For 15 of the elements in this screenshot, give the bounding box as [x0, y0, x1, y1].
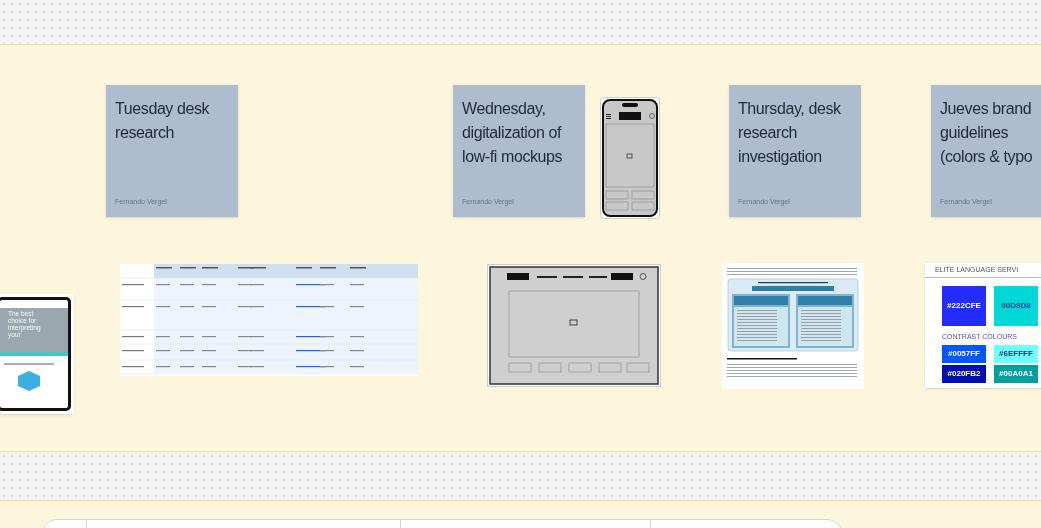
hexagon-icon [18, 371, 40, 391]
color-swatch: 00D8D8 [994, 285, 1038, 326]
color-swatch: #00A0A1 [994, 365, 1038, 383]
desktop-wireframe-drawing[interactable] [487, 264, 661, 387]
sticky-note-text: Wednesday, digitalization of low-fi mockups [462, 99, 564, 167]
spreadsheet-drawing[interactable] [120, 264, 418, 376]
color-swatch: #0057FF [942, 345, 986, 363]
document-drawing[interactable] [722, 263, 864, 389]
color-swatch: #020FB2 [942, 365, 986, 383]
sticky-note-text: Jueves brand guidelines (colors & typo [940, 99, 1034, 167]
phone-wireframe-drawing[interactable] [600, 97, 660, 219]
sticky-note-text: Tuesday desk research [115, 99, 211, 143]
color-swatch: #6EFFFF [994, 345, 1038, 363]
color-swatch: #222CFE [942, 285, 986, 326]
sticky-note-text: Thursday, desk research investigation [738, 99, 842, 167]
